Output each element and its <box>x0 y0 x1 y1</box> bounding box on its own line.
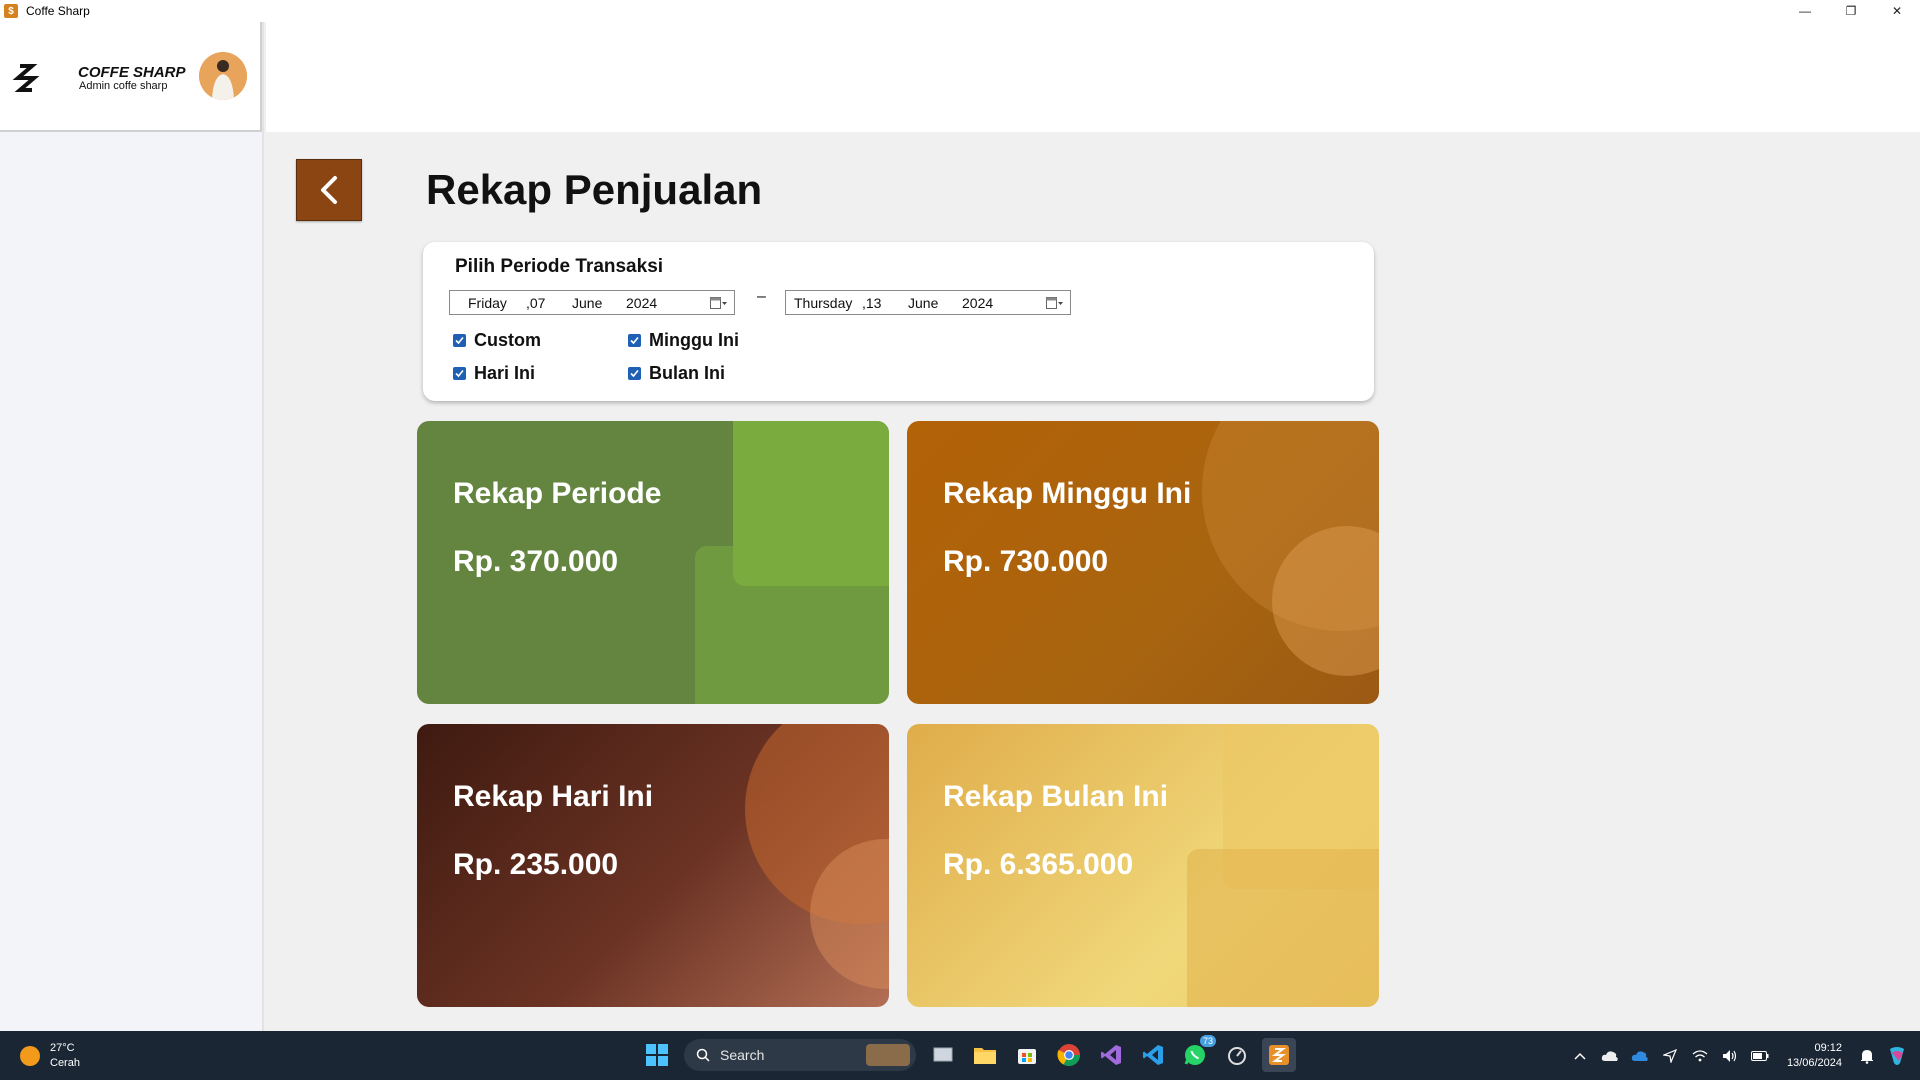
hari-ini-checkbox[interactable]: Hari Ini <box>453 363 535 384</box>
checkbox-checked-icon[interactable] <box>453 367 466 380</box>
period-filter-card: Pilih Periode Transaksi Friday ,07 June … <box>423 242 1374 401</box>
hari-ini-label: Hari Ini <box>474 363 536 383</box>
minimize-button[interactable]: — <box>1782 0 1828 22</box>
sun-icon <box>20 1046 40 1066</box>
speedometer-icon[interactable] <box>1220 1038 1254 1072</box>
windows-start-icon[interactable] <box>640 1038 674 1072</box>
rekap-hari-ini-card[interactable]: Rekap Hari Ini Rp. 235.000 <box>417 724 889 1007</box>
bulan-ini-checkbox[interactable]: Bulan Ini <box>628 363 725 384</box>
rekap-periode-card[interactable]: Rekap Periode Rp. 370.000 <box>417 421 889 704</box>
notification-badge: 73 <box>1199 1035 1216 1047</box>
taskbar: 27°C Cerah Search 73 09:12 13/06/2024 <box>0 1031 1920 1080</box>
task-view-icon[interactable] <box>926 1038 960 1072</box>
weather-widget[interactable]: 27°C Cerah <box>20 1041 80 1071</box>
minggu-ini-label: Minggu Ini <box>649 330 739 350</box>
chevron-up-icon[interactable] <box>1569 1045 1591 1067</box>
bulan-ini-label: Bulan Ini <box>649 363 725 383</box>
cloud-icon[interactable] <box>1599 1045 1621 1067</box>
custom-checkbox[interactable]: Custom <box>453 330 541 351</box>
title-bar: $ Coffe Sharp — ❐ ✕ <box>0 0 1920 22</box>
search-highlight-icon <box>866 1044 910 1066</box>
microsoft-store-icon[interactable] <box>1010 1038 1044 1072</box>
vscode-icon[interactable] <box>1136 1038 1170 1072</box>
checkbox-checked-icon[interactable] <box>628 367 641 380</box>
avatar[interactable] <box>199 52 247 100</box>
card-label: Rekap Hari Ini <box>453 780 654 813</box>
date-range-separator: – <box>757 288 766 305</box>
card-label: Rekap Minggu Ini <box>943 477 1192 510</box>
sidebar: COFFE SHARP Admin coffe sharp <box>0 22 264 1031</box>
volume-icon[interactable] <box>1719 1045 1741 1067</box>
weather-desc: Cerah <box>50 1057 80 1069</box>
location-icon[interactable] <box>1659 1045 1681 1067</box>
onedrive-icon[interactable] <box>1629 1045 1651 1067</box>
rekap-minggu-ini-card[interactable]: Rekap Minggu Ini Rp. 730.000 <box>907 421 1379 704</box>
card-label: Rekap Periode <box>453 477 662 510</box>
start-year: 2024 <box>626 295 658 311</box>
coffe-sharp-app-icon[interactable] <box>1262 1038 1296 1072</box>
back-button[interactable] <box>296 159 362 221</box>
visual-studio-icon[interactable] <box>1094 1038 1128 1072</box>
window-title: Coffe Sharp <box>26 4 90 18</box>
calendar-dropdown-icon[interactable] <box>710 296 728 310</box>
chrome-icon[interactable] <box>1052 1038 1086 1072</box>
sidebar-header: COFFE SHARP Admin coffe sharp <box>0 22 262 132</box>
card-value: Rp. 730.000 <box>943 545 1109 578</box>
end-day: Thursday <box>794 295 853 311</box>
end-date: ,13 <box>862 295 882 311</box>
brand-subtitle: Admin coffe sharp <box>79 80 168 92</box>
taskbar-search[interactable]: Search <box>684 1039 916 1071</box>
battery-icon[interactable] <box>1749 1045 1771 1067</box>
brand-name: COFFE SHARP <box>78 64 186 81</box>
start-date-picker[interactable]: Friday ,07 June 2024 <box>449 290 735 315</box>
card-value: Rp. 235.000 <box>453 848 619 881</box>
start-date: ,07 <box>526 295 546 311</box>
end-month: June <box>908 295 939 311</box>
app-icon: $ <box>4 4 18 18</box>
card-decoration <box>1187 849 1379 1007</box>
close-button[interactable]: ✕ <box>1874 0 1920 22</box>
wifi-icon[interactable] <box>1689 1045 1711 1067</box>
start-day: Friday <box>468 295 507 311</box>
copilot-icon[interactable] <box>1886 1045 1908 1067</box>
file-explorer-icon[interactable] <box>968 1038 1002 1072</box>
notification-bell-icon[interactable] <box>1856 1045 1878 1067</box>
calendar-dropdown-icon[interactable] <box>1046 296 1064 310</box>
whatsapp-icon[interactable]: 73 <box>1178 1035 1216 1072</box>
coffee-sharp-logo-icon <box>12 64 40 92</box>
weather-temp: 27°C <box>50 1042 75 1054</box>
maximize-button[interactable]: ❐ <box>1828 0 1874 22</box>
top-header-area <box>266 22 1920 132</box>
start-month: June <box>572 295 603 311</box>
end-date-picker[interactable]: Thursday ,13 June 2024 <box>785 290 1071 315</box>
card-decoration <box>695 546 889 704</box>
card-label: Rekap Bulan Ini <box>943 780 1169 813</box>
system-clock[interactable]: 09:12 13/06/2024 <box>1787 1041 1842 1071</box>
custom-label: Custom <box>474 330 541 350</box>
card-value: Rp. 6.365.000 <box>943 848 1134 881</box>
page-title: Rekap Penjualan <box>426 166 763 213</box>
filter-title: Pilih Periode Transaksi <box>455 256 664 277</box>
end-year: 2024 <box>962 295 994 311</box>
search-label: Search <box>720 1047 765 1063</box>
clock-date: 13/06/2024 <box>1786 1056 1842 1069</box>
minggu-ini-checkbox[interactable]: Minggu Ini <box>628 330 739 351</box>
card-value: Rp. 370.000 <box>453 545 619 578</box>
checkbox-checked-icon[interactable] <box>453 334 466 347</box>
rekap-bulan-ini-card[interactable]: Rekap Bulan Ini Rp. 6.365.000 <box>907 724 1379 1007</box>
checkbox-checked-icon[interactable] <box>628 334 641 347</box>
search-icon <box>696 1048 710 1062</box>
chevron-left-icon <box>321 176 337 204</box>
clock-time: 09:12 <box>1814 1041 1842 1054</box>
